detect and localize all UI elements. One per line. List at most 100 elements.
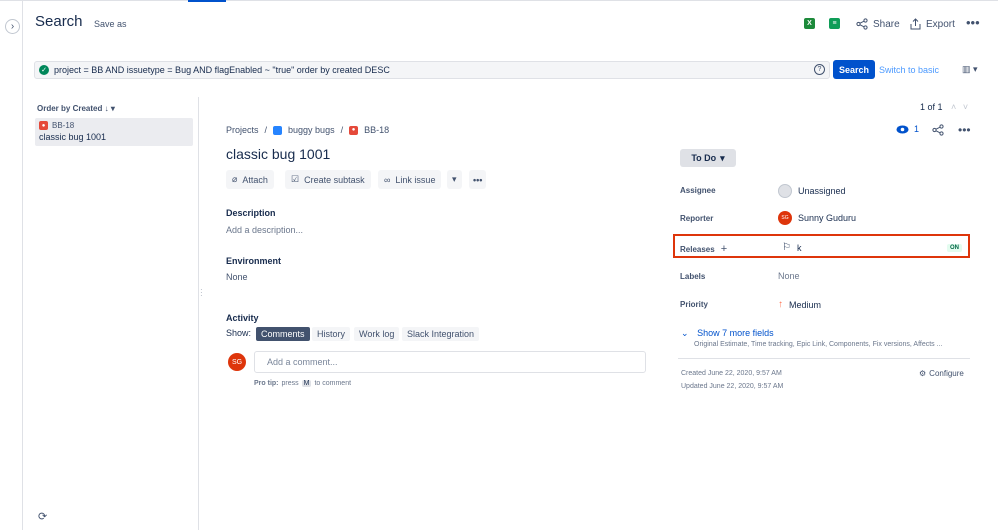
- ellipsis-icon: •••: [473, 174, 483, 185]
- plus-icon[interactable]: +: [721, 243, 727, 255]
- protip-prefix: Pro tip:: [254, 380, 279, 387]
- updated-date: Updated June 22, 2020, 9:57 AM: [681, 383, 784, 390]
- environment-label: Environment: [226, 256, 282, 266]
- reporter-value: Sunny Guduru: [798, 213, 857, 223]
- switch-to-basic-link[interactable]: Switch to basic: [879, 65, 939, 75]
- releases-label: Releases: [680, 244, 715, 254]
- configure-button[interactable]: ⚙ Configure: [919, 369, 964, 378]
- create-subtask-button[interactable]: ☑ Create subtask: [285, 170, 371, 189]
- share-issue-button[interactable]: [932, 124, 944, 136]
- chevron-down-icon: ⌄: [681, 328, 689, 338]
- page-title: Search: [35, 13, 83, 30]
- export-button[interactable]: Export: [910, 18, 955, 30]
- breadcrumb-issue-key[interactable]: BB-18: [364, 125, 389, 135]
- jql-input[interactable]: ✓ project = BB AND issuetype = Bug AND f…: [34, 61, 830, 79]
- labels-label: Labels: [680, 272, 706, 281]
- resize-handle[interactable]: · · ·: [200, 286, 203, 300]
- excel-export-icon[interactable]: X: [804, 18, 815, 29]
- share-icon: [856, 18, 868, 30]
- environment-value[interactable]: None: [226, 272, 248, 282]
- sheets-export-icon[interactable]: ≡: [829, 18, 840, 29]
- priority-label: Priority: [680, 300, 709, 309]
- list-item[interactable]: ● BB-18 classic bug 1001: [35, 118, 193, 146]
- help-icon[interactable]: ?: [814, 64, 825, 75]
- issue-summary: classic bug 1001: [39, 132, 107, 142]
- link-issue-button[interactable]: ∞ Link issue: [378, 170, 442, 189]
- reporter-field[interactable]: SG Sunny Guduru: [778, 211, 856, 225]
- link-icon: ∞: [384, 174, 391, 185]
- priority-field[interactable]: ↑ Medium: [778, 299, 821, 310]
- gear-icon: ⚙: [919, 369, 927, 378]
- share-icon: [932, 124, 944, 136]
- show-more-fields-button[interactable]: ⌄ Show 7 more fields: [681, 328, 774, 339]
- comment-input[interactable]: Add a comment...: [254, 351, 646, 373]
- chevron-right-icon: ›: [10, 21, 15, 32]
- tab-history[interactable]: History: [312, 327, 351, 341]
- share-button[interactable]: Share: [856, 18, 900, 30]
- bug-icon: ●: [349, 125, 359, 135]
- assignee-field[interactable]: Unassigned: [778, 184, 846, 198]
- pagination-text: 1 of 1: [920, 102, 943, 112]
- tab-work-log[interactable]: Work log: [354, 327, 400, 341]
- flag-icon: ⚐: [782, 242, 791, 253]
- expand-sidebar-button[interactable]: ›: [5, 19, 20, 34]
- configure-label: Configure: [929, 369, 964, 378]
- tab-comments[interactable]: Comments: [256, 327, 310, 341]
- share-label: Share: [873, 18, 900, 30]
- activity-label: Activity: [226, 313, 259, 323]
- avatar: SG: [228, 353, 246, 371]
- avatar: SG: [778, 211, 792, 225]
- order-by-label: Order by Created: [37, 104, 103, 113]
- order-by-control[interactable]: Order by Created ↓ ▾: [37, 104, 115, 113]
- protip-suffix: to comment: [314, 380, 352, 387]
- issue-key: BB-18: [52, 121, 75, 130]
- breadcrumb-project[interactable]: buggy bugs: [288, 125, 335, 135]
- more-actions-icon[interactable]: •••: [966, 15, 980, 30]
- chevron-down-icon[interactable]: ˅: [963, 102, 968, 112]
- search-button[interactable]: Search: [833, 60, 875, 79]
- status-label: To Do: [691, 153, 717, 163]
- status-badge: ON: [947, 244, 962, 252]
- created-date: Created June 22, 2020, 9:57 AM: [681, 370, 782, 377]
- refresh-icon[interactable]: ⟳: [38, 510, 47, 523]
- chevron-up-icon[interactable]: ˄: [951, 102, 956, 112]
- show-more-label: Show 7 more fields: [697, 328, 774, 338]
- chevron-down-icon: ▾: [110, 104, 115, 113]
- create-subtask-label: Create subtask: [304, 174, 365, 185]
- watch-button[interactable]: 1: [896, 124, 919, 134]
- show-label: Show:: [226, 328, 252, 338]
- eye-icon: [896, 125, 909, 133]
- status-button[interactable]: To Do ▾: [680, 149, 736, 167]
- assignee-value: Unassigned: [798, 186, 846, 196]
- attach-button[interactable]: ⌀ Attach: [226, 170, 274, 189]
- paperclip-icon: ⌀: [232, 174, 238, 184]
- arrow-up-icon: ↑: [778, 299, 783, 310]
- more-actions-button[interactable]: •••: [469, 170, 487, 189]
- priority-value: Medium: [789, 299, 822, 310]
- protip-key: M: [301, 380, 312, 387]
- breadcrumb-projects[interactable]: Projects: [226, 125, 259, 135]
- tab-slack-integration[interactable]: Slack Integration: [402, 327, 480, 341]
- top-accent: [188, 0, 226, 2]
- project-icon: [273, 125, 283, 135]
- save-as-button[interactable]: Save as: [94, 19, 127, 29]
- labels-value[interactable]: None: [778, 271, 800, 281]
- export-label: Export: [926, 18, 955, 30]
- releases-field[interactable]: ⚐ k: [782, 242, 801, 253]
- link-issue-label: Link issue: [395, 174, 436, 185]
- link-dropdown-button[interactable]: ▾: [447, 170, 462, 189]
- pro-tip: Pro tip: press M to comment: [254, 380, 351, 387]
- chevron-down-icon: ▾: [452, 174, 457, 184]
- issue-more-icon[interactable]: •••: [958, 123, 971, 137]
- description-field[interactable]: Add a description...: [226, 225, 303, 235]
- protip-press: press: [281, 380, 299, 387]
- valid-check-icon: ✓: [39, 65, 49, 75]
- issue-title[interactable]: classic bug 1001: [226, 146, 330, 162]
- releases-label-group: Releases +: [680, 243, 727, 255]
- chevron-down-icon: ▾: [720, 152, 725, 163]
- releases-value: k: [796, 242, 802, 253]
- divider: [678, 358, 970, 359]
- panel-divider: [198, 97, 199, 530]
- view-switcher-icon[interactable]: ▥ ▾: [962, 64, 978, 75]
- jql-query: project = BB AND issuetype = Bug AND fla…: [54, 65, 390, 75]
